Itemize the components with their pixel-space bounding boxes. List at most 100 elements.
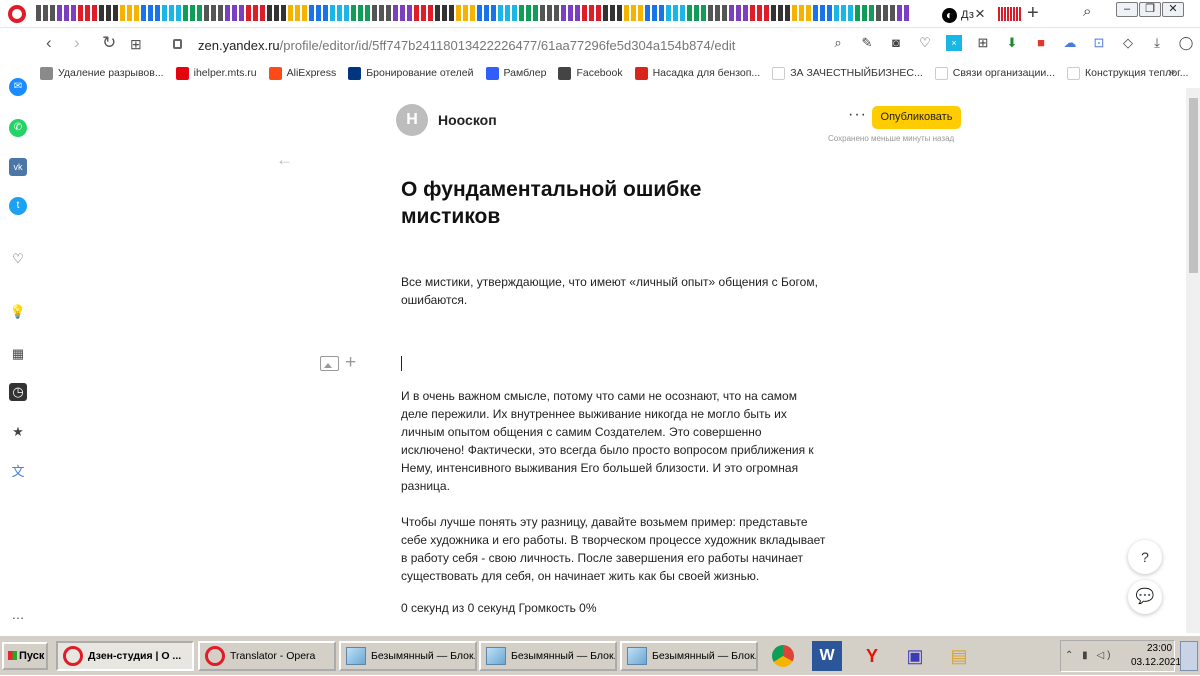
pinned-tab[interactable] xyxy=(421,5,426,21)
pinned-tab[interactable] xyxy=(897,5,902,21)
pinned-tab[interactable] xyxy=(687,5,692,21)
pinned-tab[interactable] xyxy=(554,5,559,21)
pinned-tab[interactable] xyxy=(99,5,104,21)
chat-icon[interactable]: 💬 xyxy=(1128,580,1162,614)
pinned-tab[interactable] xyxy=(547,5,552,21)
pinned-tab[interactable] xyxy=(449,5,454,21)
page-scrollbar[interactable] xyxy=(1186,88,1200,633)
channel-name[interactable]: Нооскоп xyxy=(438,112,497,128)
pinned-tabs[interactable] xyxy=(36,5,936,23)
pinned-tab[interactable] xyxy=(771,5,776,21)
pinned-tab[interactable] xyxy=(876,5,881,21)
pinned-tab[interactable] xyxy=(260,5,265,21)
url-field[interactable]: zen.yandex.ru/profile/editor/id/5ff747b2… xyxy=(198,38,735,53)
text-cursor[interactable] xyxy=(401,356,402,371)
pinned-tab[interactable] xyxy=(729,5,734,21)
history-icon[interactable]: ◷ xyxy=(9,383,27,401)
bookmark-item[interactable]: ЗА ЗАЧЕСТНЫЙБИЗНЕС... xyxy=(772,66,923,80)
bookmark-item[interactable]: Связи организации... xyxy=(934,66,1055,80)
pinned-tab[interactable] xyxy=(218,5,223,21)
pinned-tab[interactable] xyxy=(106,5,111,21)
pinned-tab[interactable] xyxy=(246,5,251,21)
pinned-tab[interactable] xyxy=(323,5,328,21)
maximize-button[interactable]: ❐ xyxy=(1139,2,1161,17)
taskbar-task[interactable]: Безымянный — Блок... xyxy=(479,641,617,671)
insert-image-icon[interactable] xyxy=(320,356,339,371)
pinned-tab[interactable] xyxy=(792,5,797,21)
pinned-tab[interactable] xyxy=(330,5,335,21)
pinned-tab[interactable] xyxy=(155,5,160,21)
pinned-tab[interactable] xyxy=(645,5,650,21)
chrome-icon[interactable] xyxy=(768,641,798,671)
pinned-tab[interactable] xyxy=(596,5,601,21)
pinned-tab[interactable] xyxy=(176,5,181,21)
pinned-tab[interactable] xyxy=(92,5,97,21)
pinned-tab[interactable] xyxy=(813,5,818,21)
pinned-tab[interactable] xyxy=(288,5,293,21)
pinned-tab[interactable] xyxy=(568,5,573,21)
pinned-tab[interactable] xyxy=(393,5,398,21)
pinned-tab[interactable] xyxy=(582,5,587,21)
pinned-tab[interactable] xyxy=(701,5,706,21)
reload-icon[interactable]: ↻ xyxy=(102,33,116,53)
pinned-tab[interactable] xyxy=(428,5,433,21)
taskbar-task[interactable]: Translator - Opera xyxy=(198,641,336,671)
pinned-tab[interactable] xyxy=(484,5,489,21)
folder-icon[interactable]: ▤ xyxy=(944,641,974,671)
bookmark-item[interactable]: AliExpress xyxy=(268,66,336,80)
save-disk-icon[interactable]: ▣ xyxy=(900,641,930,671)
pinned-tab[interactable] xyxy=(183,5,188,21)
back-arrow-icon[interactable]: ← xyxy=(276,150,293,170)
pinned-tab[interactable] xyxy=(85,5,90,21)
pinned-tab[interactable] xyxy=(71,5,76,21)
tab-group-icon[interactable] xyxy=(998,7,1022,21)
pinned-tab[interactable] xyxy=(302,5,307,21)
pinned-tab[interactable] xyxy=(491,5,496,21)
pinned-tab[interactable] xyxy=(204,5,209,21)
pinned-tab[interactable] xyxy=(715,5,720,21)
pinned-tab[interactable] xyxy=(743,5,748,21)
pinned-tab[interactable] xyxy=(750,5,755,21)
pinned-tab[interactable] xyxy=(708,5,713,21)
pinned-tab[interactable] xyxy=(869,5,874,21)
pinned-tab[interactable] xyxy=(694,5,699,21)
close-window-button[interactable]: ✕ xyxy=(1162,2,1184,17)
pinned-tab[interactable] xyxy=(785,5,790,21)
workspaces-icon[interactable]: ▦ xyxy=(9,345,27,363)
pinned-tab[interactable] xyxy=(512,5,517,21)
pinned-tab[interactable] xyxy=(519,5,524,21)
heart-icon[interactable]: ♡ xyxy=(9,250,27,268)
bookmark-item[interactable]: Бронирование отелей xyxy=(348,66,474,80)
pinned-tab[interactable] xyxy=(470,5,475,21)
pinned-tab[interactable] xyxy=(666,5,671,21)
extension-cloud-icon[interactable]: ☁ xyxy=(1062,35,1078,51)
pinned-tab[interactable] xyxy=(225,5,230,21)
pinned-tab[interactable] xyxy=(806,5,811,21)
pinned-tab[interactable] xyxy=(505,5,510,21)
pinned-tab[interactable] xyxy=(379,5,384,21)
twitter-icon[interactable]: t xyxy=(9,197,27,215)
more-icon[interactable]: … xyxy=(9,606,27,624)
pinned-tab[interactable] xyxy=(358,5,363,21)
pinned-tab[interactable] xyxy=(386,5,391,21)
pinned-tab[interactable] xyxy=(722,5,727,21)
bookmark-item[interactable]: Facebook xyxy=(558,66,623,80)
pinned-tab[interactable] xyxy=(834,5,839,21)
heart-icon[interactable]: ♡ xyxy=(917,35,933,51)
word-icon[interactable]: W xyxy=(812,641,842,671)
pinned-tab[interactable] xyxy=(610,5,615,21)
back-icon[interactable]: ‹ xyxy=(46,33,52,53)
pinned-tab[interactable] xyxy=(295,5,300,21)
pinned-tab[interactable] xyxy=(162,5,167,21)
pinned-tab[interactable] xyxy=(638,5,643,21)
pinned-tab[interactable] xyxy=(624,5,629,21)
pinned-tab[interactable] xyxy=(757,5,762,21)
translate-icon[interactable]: 文 xyxy=(9,463,27,481)
pinned-tab[interactable] xyxy=(197,5,202,21)
scrollbar-thumb[interactable] xyxy=(1189,98,1198,273)
lightbulb-icon[interactable]: 💡 xyxy=(9,303,27,321)
pinned-tab[interactable] xyxy=(190,5,195,21)
taskbar-task[interactable]: Безымянный — Блок... xyxy=(620,641,758,671)
pinned-tab[interactable] xyxy=(603,5,608,21)
pinned-tab[interactable] xyxy=(57,5,62,21)
